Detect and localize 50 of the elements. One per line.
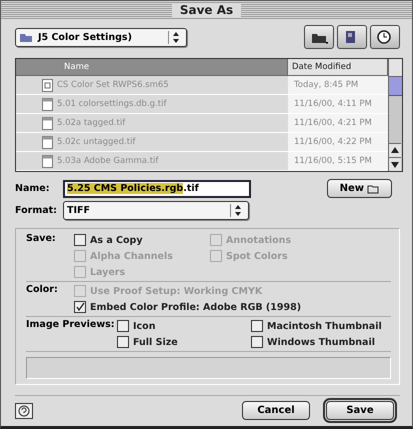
checkbox[interactable]: [117, 336, 129, 348]
toolbar-button[interactable]: [337, 25, 367, 49]
window-title: Save As: [172, 2, 242, 16]
checkbox[interactable]: [74, 234, 86, 246]
save-label: Save:: [26, 233, 57, 246]
color-label: Color:: [26, 284, 59, 297]
scroll-thumb[interactable]: [389, 77, 402, 96]
name-label: Name:: [15, 183, 51, 194]
dialog-button[interactable]: Cancel: [242, 401, 310, 420]
checkbox[interactable]: [74, 301, 86, 313]
checkbox-label: Windows Thumbnail: [267, 336, 375, 348]
toolbar-button[interactable]: [304, 25, 334, 49]
image-file-icon: [42, 154, 53, 168]
file-date: 11/16/00, 4:11 PM: [288, 95, 388, 113]
scroll-down-icon[interactable]: [389, 157, 401, 171]
checkbox-label: Use Proof Setup: Working CMYK: [90, 286, 262, 296]
name-field[interactable]: 5.25 CMS Policies.rgb.tif: [63, 180, 251, 198]
checkbox[interactable]: [251, 320, 263, 332]
folder-icon: [367, 183, 379, 194]
checkbox-label: As a Copy: [90, 234, 143, 246]
document-icon: [42, 78, 53, 92]
help-button[interactable]: [15, 402, 33, 418]
checkbox-label: Macintosh Thumbnail: [267, 320, 382, 332]
scroll-bar[interactable]: [388, 59, 402, 171]
checkbox-label: Icon: [133, 320, 156, 332]
column-header[interactable]: Date Modified: [288, 59, 388, 76]
checkbox[interactable]: [251, 336, 263, 348]
image-previews-label: Image Previews:: [26, 319, 116, 332]
checkbox-label: Alpha Channels: [90, 250, 173, 262]
checkbox-label: Spot Colors: [226, 250, 288, 262]
format-popup[interactable]: TIFF: [63, 201, 249, 220]
folder-popup[interactable]: J5 Color Settings): [15, 28, 187, 46]
file-date: 11/16/00, 5:15 PM: [288, 152, 388, 170]
checkbox[interactable]: [117, 320, 129, 332]
file-date: Today, 8:45 PM: [288, 76, 388, 94]
checkbox-label: Embed Color Profile: Adobe RGB (1998): [90, 302, 302, 312]
folder-icon: [19, 32, 33, 42]
checkbox-label: Full Size: [133, 336, 178, 348]
file-date: 11/16/00, 4:21 PM: [288, 114, 388, 132]
checkbox-label: Layers: [90, 266, 126, 278]
image-file-icon: [42, 136, 53, 148]
toolbar-button[interactable]: [370, 25, 400, 49]
file-date: 11/16/00, 4:22 PM: [288, 133, 388, 151]
scroll-up-icon[interactable]: [389, 143, 401, 157]
checkbox-label: Annotations: [226, 234, 292, 246]
image-file-icon: [42, 98, 53, 110]
image-file-icon: [42, 116, 53, 130]
dialog-button[interactable]: Save: [326, 401, 394, 420]
new-folder-button[interactable]: New: [326, 179, 392, 198]
format-label: Format:: [15, 205, 58, 216]
